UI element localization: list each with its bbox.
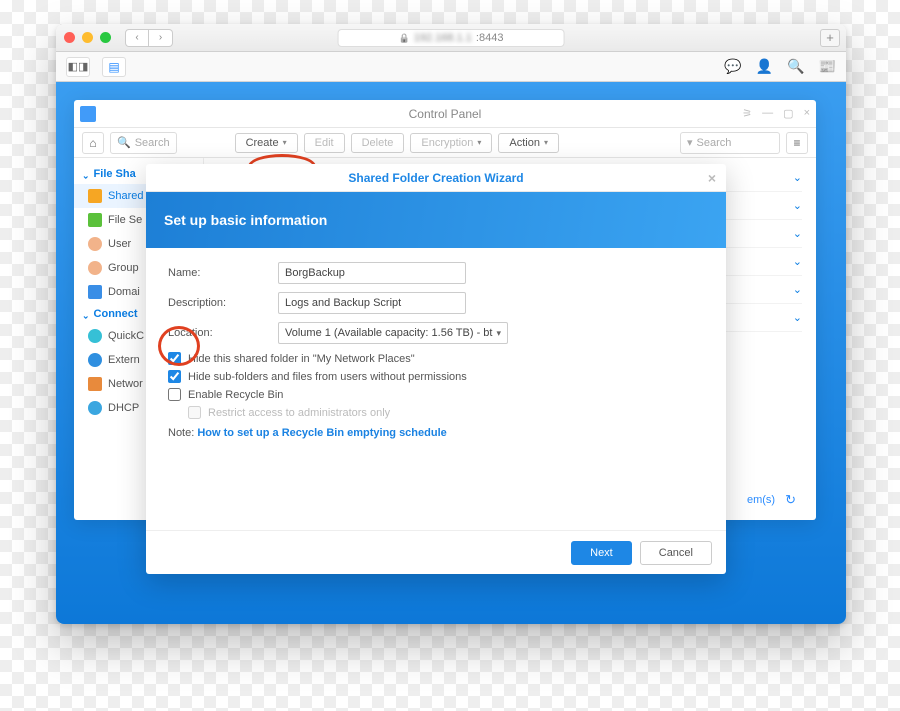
recycle-bin-note: Note: How to set up a Recycle Bin emptyi… [168,427,704,439]
checkbox-icon[interactable] [168,352,181,365]
checkbox-icon [188,406,201,419]
caret-down-icon: ▾ [496,328,501,339]
magnifier-icon: 🔍 [117,136,131,149]
widgets-icon[interactable]: 📰 [819,58,836,75]
items-count: em(s) [747,494,775,506]
location-label: Location: [168,327,278,339]
cp-close-icon[interactable]: × [804,107,810,120]
new-tab-button[interactable]: + [820,29,840,47]
delete-button[interactable]: Delete [351,133,405,153]
address-bar[interactable]: 192.168.1.1 :8443 [338,29,565,47]
user-icon [88,237,102,251]
minimize-window-icon[interactable] [82,32,93,43]
name-input[interactable] [278,262,466,284]
group-icon [88,261,102,275]
encryption-button[interactable]: Encryption▾ [410,133,492,153]
cancel-button[interactable]: Cancel [640,541,712,565]
wizard-titlebar: Shared Folder Creation Wizard × [146,164,726,192]
globe-icon [88,353,102,367]
description-label: Description: [168,297,278,309]
file-services-icon [88,213,102,227]
address-host: 192.168.1.1 [414,32,472,44]
next-button[interactable]: Next [571,541,632,565]
chevron-down-icon: ⌄ [793,227,802,240]
dashboard-icon[interactable]: ◧◨ [66,57,90,77]
home-button[interactable]: ⌂ [82,132,104,154]
cloud-icon [88,329,102,343]
wizard-footer: Next Cancel [146,530,726,574]
cp-minimize-icon[interactable]: — [762,107,773,120]
forward-button[interactable]: › [149,29,173,47]
name-label: Name: [168,267,278,279]
chevron-down-icon: ⌄ [793,283,802,296]
enable-recycle-bin-checkbox[interactable]: Enable Recycle Bin [168,388,704,401]
nav-arrows: ‹ › [125,29,173,47]
shared-folder-wizard: Shared Folder Creation Wizard × Set up b… [146,164,726,574]
hide-subfolders-checkbox[interactable]: Hide sub-folders and files from users wi… [168,370,704,383]
control-panel-titlebar: Control Panel ⚞ — ▢ × [74,100,816,128]
domain-icon [88,285,102,299]
dhcp-icon [88,401,102,415]
wizard-body: Name: Description: Location: Volume 1 (A… [146,248,726,530]
browser-titlebar: ‹ › 192.168.1.1 :8443 + [56,24,846,52]
close-icon[interactable]: × [708,170,716,186]
chevron-down-icon: ⌄ [793,171,802,184]
checkbox-icon[interactable] [168,388,181,401]
browser-window: ‹ › 192.168.1.1 :8443 + ◧◨ ▤ 💬 👤 🔍 📰 Con… [56,24,846,624]
cp-pin-icon[interactable]: ⚞ [742,107,752,120]
close-window-icon[interactable] [64,32,75,43]
control-panel-tab-icon[interactable]: ▤ [102,57,126,77]
list-footer: em(s) ↻ [747,492,796,508]
chevron-down-icon: ⌄ [793,311,802,324]
chevron-down-icon: ⌄ [793,255,802,268]
caret-down-icon: ▾ [544,138,548,147]
control-panel-toolbar: ⌂ 🔍 Search Create▾ Edit Delete Encryptio… [74,128,816,158]
caret-down-icon: ▾ [283,138,287,147]
checkbox-icon[interactable] [168,370,181,383]
dsm-topbar: ◧◨ ▤ 💬 👤 🔍 📰 [56,52,846,82]
network-icon [88,377,102,391]
back-button[interactable]: ‹ [125,29,149,47]
folder-icon [88,189,102,203]
cp-maximize-icon[interactable]: ▢ [783,107,793,120]
control-panel-icon [80,106,96,122]
address-port: :8443 [476,32,504,44]
lock-icon [399,32,410,44]
restrict-admin-checkbox: Restrict access to administrators only [188,406,704,419]
chat-icon[interactable]: 💬 [724,58,741,75]
action-button[interactable]: Action▾ [498,133,559,153]
dsm-desktop: Control Panel ⚞ — ▢ × ⌂ 🔍 Search Create▾ [56,82,846,624]
search-icon[interactable]: 🔍 [787,58,804,75]
recycle-bin-help-link[interactable]: How to set up a Recycle Bin emptying sch… [197,427,446,439]
hide-network-checkbox[interactable]: Hide this shared folder in "My Network P… [168,352,704,365]
chevron-down-icon: ⌄ [793,199,802,212]
funnel-icon: ▾ [687,136,693,149]
control-panel-title: Control Panel [409,107,482,121]
traffic-lights [64,32,111,43]
fullscreen-window-icon[interactable] [100,32,111,43]
create-button[interactable]: Create▾ [235,133,298,153]
filter-input[interactable]: ▾ Search [680,132,780,154]
wizard-banner: Set up basic information [146,192,726,248]
cp-search-input[interactable]: 🔍 Search [110,132,177,154]
edit-button[interactable]: Edit [304,133,345,153]
location-select[interactable]: Volume 1 (Available capacity: 1.56 TB) -… [278,322,508,344]
wizard-title: Shared Folder Creation Wizard [348,171,523,185]
description-input[interactable] [278,292,466,314]
refresh-icon[interactable]: ↻ [785,492,796,508]
caret-down-icon: ▾ [477,138,481,147]
list-settings-button[interactable]: ≡ [786,132,808,154]
user-icon[interactable]: 👤 [756,58,773,75]
